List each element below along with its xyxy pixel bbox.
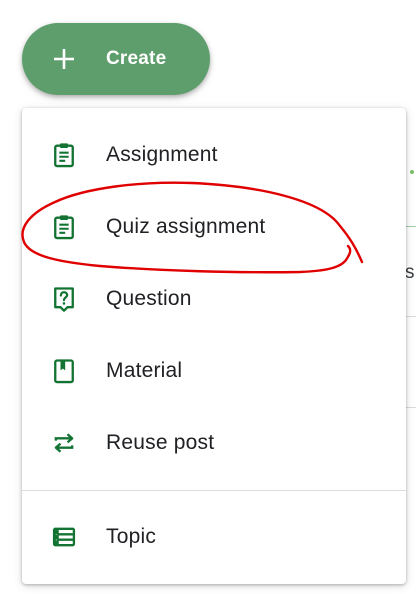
menu-item-label: Question bbox=[106, 287, 192, 310]
assignment-icon bbox=[50, 141, 78, 169]
create-button[interactable]: Create bbox=[22, 23, 210, 95]
menu-item-reuse-post[interactable]: Reuse post bbox=[22, 407, 406, 479]
create-menu: Assignment Quiz assignment Question Mate… bbox=[22, 108, 406, 584]
background-mark bbox=[410, 170, 414, 174]
menu-item-label: Quiz assignment bbox=[106, 215, 266, 238]
plus-icon bbox=[54, 49, 74, 69]
topic-icon bbox=[50, 523, 78, 551]
menu-item-quiz-assignment[interactable]: Quiz assignment bbox=[22, 191, 406, 263]
question-icon bbox=[50, 285, 78, 313]
menu-item-label: Topic bbox=[106, 525, 157, 548]
create-button-label: Create bbox=[106, 48, 167, 69]
menu-item-topic[interactable]: Topic bbox=[22, 501, 406, 573]
reuse-icon bbox=[50, 429, 78, 457]
background-partial-text: s bbox=[405, 262, 415, 283]
menu-divider bbox=[22, 490, 406, 491]
menu-item-label: Material bbox=[106, 359, 183, 382]
menu-item-question[interactable]: Question bbox=[22, 263, 406, 335]
material-icon bbox=[50, 357, 78, 385]
menu-item-material[interactable]: Material bbox=[22, 335, 406, 407]
menu-item-label: Assignment bbox=[106, 143, 218, 166]
menu-item-label: Reuse post bbox=[106, 431, 215, 454]
menu-item-assignment[interactable]: Assignment bbox=[22, 119, 406, 191]
quiz-assignment-icon bbox=[50, 213, 78, 241]
